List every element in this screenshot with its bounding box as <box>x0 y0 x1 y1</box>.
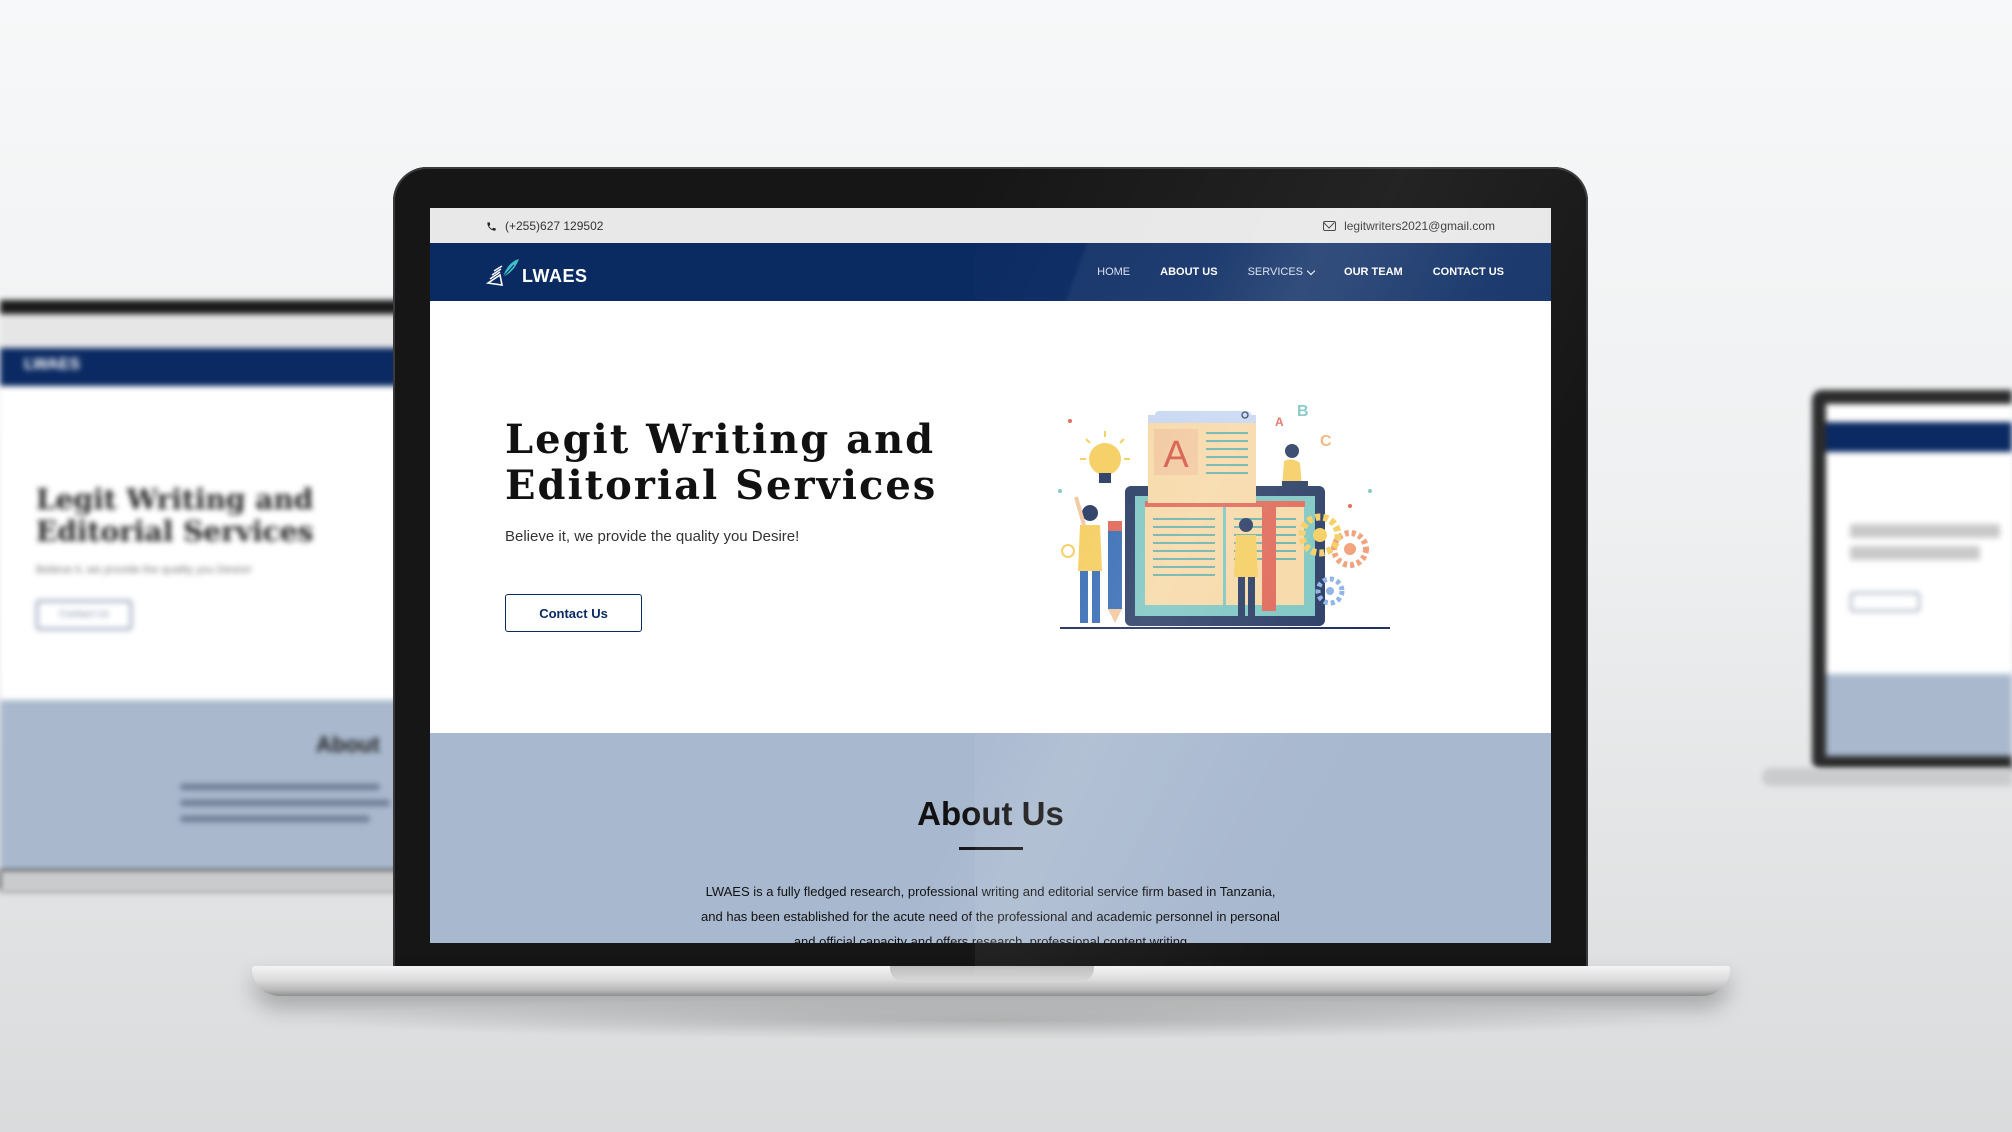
background-title-line <box>1850 546 1980 560</box>
nav-item-services[interactable]: SERVICES <box>1233 266 1329 278</box>
nav-item-label: ABOUT US <box>1160 266 1218 278</box>
floating-letter: B <box>1297 403 1309 420</box>
background-laptop-right <box>1812 390 2012 770</box>
email-contact[interactable]: legitwriters2021@gmail.com <box>1323 219 1495 233</box>
hero-subtitle: Believe it, we provide the quality you D… <box>505 528 800 545</box>
nav-item-contact-us[interactable]: CONTACT US <box>1418 266 1519 278</box>
laptop-shadow <box>300 1000 1680 1040</box>
main-navbar: LWAES HOME ABOUT US SERVICES OUR TEAM CO… <box>430 243 1551 301</box>
nav-item-label: HOME <box>1097 266 1131 278</box>
about-text: LWAES is a fully fledged research, profe… <box>701 884 1280 943</box>
nav-item-label: CONTACT US <box>1432 266 1504 278</box>
background-about-title: About <box>316 732 380 757</box>
background-screen-left: LWAES Legit Writing and Editorial Servic… <box>0 314 420 870</box>
background-laptop-right-base <box>1762 768 2012 786</box>
floating-letter: A <box>1275 415 1284 429</box>
nav-item-home[interactable]: HOME <box>1082 266 1145 278</box>
phone-contact[interactable]: (+255)627 129502 <box>486 219 603 233</box>
background-text-line <box>180 800 390 806</box>
about-title: About Us <box>917 795 1064 832</box>
background-navbar <box>1826 422 2012 452</box>
nav-menu: HOME ABOUT US SERVICES OUR TEAM CONTACT … <box>1082 243 1519 301</box>
background-screen-right <box>1826 404 2012 756</box>
background-laptop-left: LWAES Legit Writing and Editorial Servic… <box>0 300 420 890</box>
about-divider <box>959 847 1023 850</box>
illustration-letter: A <box>1163 434 1189 476</box>
background-hero-title: Legit Writing and Editorial Services <box>36 483 314 548</box>
background-about-section: About <box>0 700 420 870</box>
nav-item-our-team[interactable]: OUR TEAM <box>1329 266 1418 278</box>
email-address: legitwriters2021@gmail.com <box>1344 219 1495 233</box>
background-contact-button: Contact Us <box>36 600 132 630</box>
nav-item-about-us[interactable]: ABOUT US <box>1145 266 1232 278</box>
phone-icon <box>487 221 496 231</box>
background-title-line <box>1850 524 2000 538</box>
book-leaf-logo-icon <box>486 259 519 286</box>
hero-section: Legit Writing and Editorial Services Bel… <box>430 301 1551 733</box>
contact-us-button[interactable]: Contact Us <box>505 594 642 632</box>
floating-letter: C <box>1320 433 1332 450</box>
background-text-line <box>180 784 380 790</box>
background-text-line <box>180 816 370 822</box>
laptop-notch <box>890 966 1094 982</box>
about-section: About Us LWAES is a fully fledged resear… <box>430 733 1551 943</box>
envelope-icon <box>1323 221 1337 231</box>
nav-item-label: SERVICES <box>1247 266 1304 278</box>
background-hero-subtitle: Believe it, we provide the quality you D… <box>36 564 252 576</box>
logo-text: LWAES <box>522 266 588 286</box>
background-laptop-left-base <box>0 870 440 894</box>
phone-number: (+255)627 129502 <box>505 219 604 233</box>
laptop-screen: (+255)627 129502 legitwriters2021@gmail.… <box>430 208 1551 943</box>
nav-item-label: OUR TEAM <box>1344 266 1403 278</box>
site-logo[interactable]: LWAES <box>486 257 588 289</box>
hero-title: Legit Writing and Editorial Services <box>505 416 938 509</box>
background-topbar <box>0 314 420 348</box>
background-logo: LWAES <box>24 356 81 373</box>
background-button <box>1850 592 1920 612</box>
background-about-section <box>1826 674 2012 756</box>
chevron-down-icon <box>1306 266 1316 275</box>
writing-illustration: A A B C <box>1058 403 1390 629</box>
contact-topbar: (+255)627 129502 legitwriters2021@gmail.… <box>430 208 1551 243</box>
